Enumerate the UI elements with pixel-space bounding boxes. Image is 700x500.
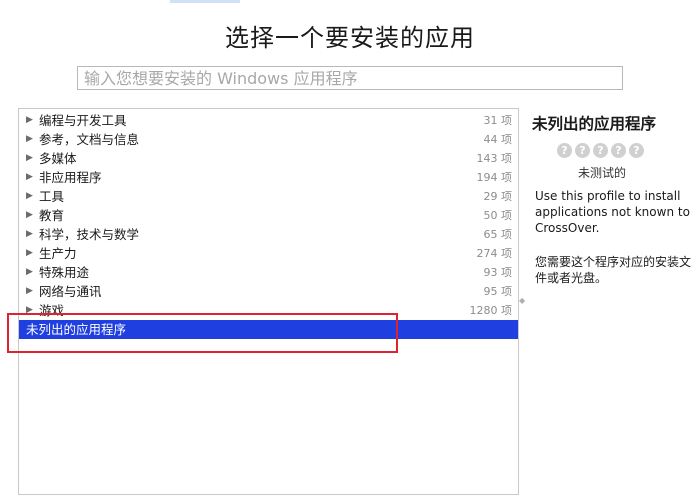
category-row-productivity[interactable]: ▶ 生产力 274 项 [19, 244, 518, 263]
category-label: 多媒体 [39, 151, 77, 166]
category-count: 274 项 [476, 247, 513, 260]
disclosure-triangle-icon[interactable]: ▶ [26, 130, 33, 149]
disclosure-triangle-icon[interactable]: ▶ [26, 187, 33, 206]
category-label: 游戏 [39, 303, 65, 318]
category-row-science[interactable]: ▶ 科学，技术与数学 65 项 [19, 225, 518, 244]
question-mark-rating-icon: ? [557, 143, 572, 158]
rating-label: 未测试的 [578, 166, 627, 180]
rating-stars: ? ? ? ? ? [557, 143, 644, 158]
category-count: 50 项 [483, 209, 513, 222]
category-row-multimedia[interactable]: ▶ 多媒体 143 项 [19, 149, 518, 168]
list-item-unlisted-application[interactable]: 未列出的应用程序 [19, 320, 518, 339]
disclosure-triangle-icon[interactable]: ▶ [26, 168, 33, 187]
top-indicator [170, 0, 240, 3]
category-count: 93 项 [483, 266, 513, 279]
category-label: 参考，文档与信息 [39, 132, 140, 147]
category-label: 教育 [39, 208, 65, 223]
disclosure-triangle-icon[interactable]: ▶ [26, 149, 33, 168]
category-count: 194 项 [476, 171, 513, 184]
disclosure-triangle-icon[interactable]: ▶ [26, 111, 33, 130]
question-mark-rating-icon: ? [629, 143, 644, 158]
disclosure-triangle-icon[interactable]: ▶ [26, 301, 33, 320]
category-row-non-applications[interactable]: ▶ 非应用程序 194 项 [19, 168, 518, 187]
category-list[interactable]: ▶ 编程与开发工具 31 项 ▶ 参考，文档与信息 44 项 ▶ 多媒体 143… [18, 108, 519, 495]
category-label: 编程与开发工具 [39, 113, 127, 128]
category-row-programming[interactable]: ▶ 编程与开发工具 31 项 [19, 111, 518, 130]
disclosure-triangle-icon[interactable]: ▶ [26, 225, 33, 244]
category-row-tools[interactable]: ▶ 工具 29 项 [19, 187, 518, 206]
category-label: 工具 [39, 189, 65, 204]
resize-handle-icon[interactable]: ◆ [519, 296, 525, 305]
category-row-special-purpose[interactable]: ▶ 特殊用途 93 项 [19, 263, 518, 282]
category-label: 非应用程序 [39, 170, 102, 185]
disclosure-triangle-icon[interactable]: ▶ [26, 206, 33, 225]
category-count: 143 项 [476, 152, 513, 165]
category-label: 科学，技术与数学 [39, 227, 140, 242]
category-label: 网络与通讯 [39, 284, 102, 299]
disclosure-triangle-icon[interactable]: ▶ [26, 263, 33, 282]
category-count: 44 项 [483, 133, 513, 146]
search-input[interactable] [77, 66, 623, 90]
page-title: 选择一个要安装的应用 [225, 24, 475, 52]
detail-description: Use this profile to install applications… [535, 189, 690, 235]
category-row-games[interactable]: ▶ 游戏 1280 项 [19, 301, 518, 320]
category-row-networking[interactable]: ▶ 网络与通讯 95 项 [19, 282, 518, 301]
selected-item-label: 未列出的应用程序 [26, 322, 127, 337]
category-label: 特殊用途 [39, 265, 90, 280]
category-count: 95 项 [483, 285, 513, 298]
category-row-education[interactable]: ▶ 教育 50 项 [19, 206, 518, 225]
disclosure-triangle-icon[interactable]: ▶ [26, 244, 33, 263]
disclosure-triangle-icon[interactable]: ▶ [26, 282, 33, 301]
question-mark-rating-icon: ? [611, 143, 626, 158]
question-mark-rating-icon: ? [575, 143, 590, 158]
category-count: 31 项 [483, 114, 513, 127]
category-count: 1280 项 [469, 304, 513, 317]
category-count: 29 项 [483, 190, 513, 203]
category-row-reference[interactable]: ▶ 参考，文档与信息 44 项 [19, 130, 518, 149]
detail-title: 未列出的应用程序 [532, 115, 657, 133]
detail-note: 您需要这个程序对应的安装文件或者光盘。 [535, 255, 692, 285]
category-label: 生产力 [39, 246, 77, 261]
category-count: 65 项 [483, 228, 513, 241]
question-mark-rating-icon: ? [593, 143, 608, 158]
